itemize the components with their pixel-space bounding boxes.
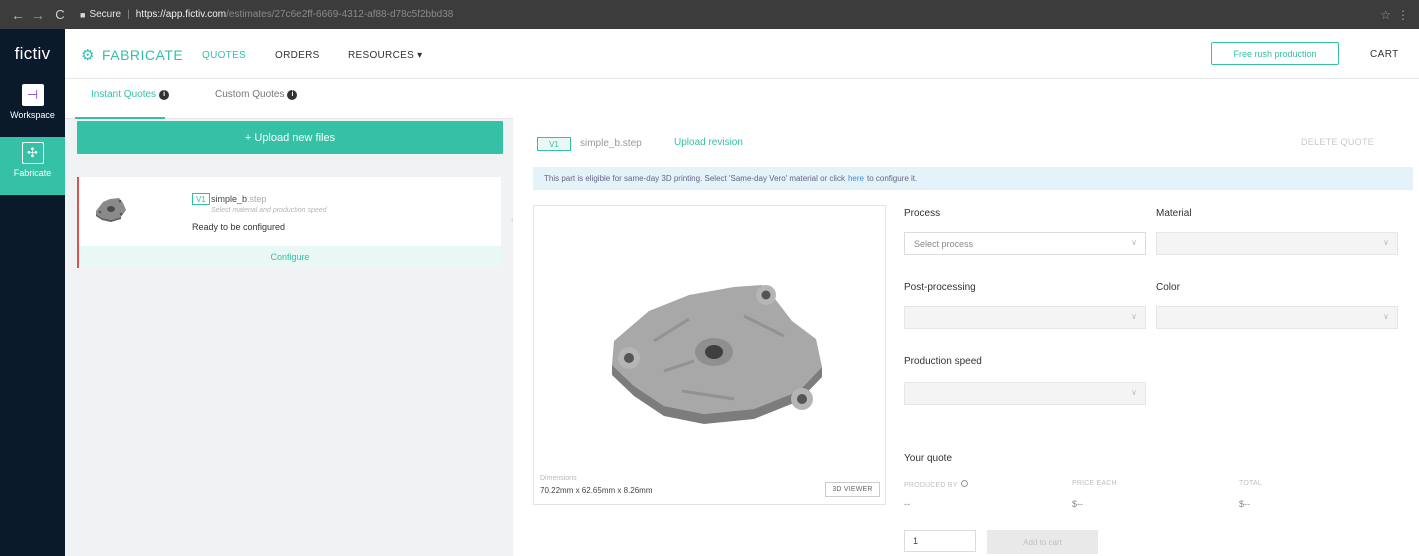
produced-by-label: PRODUCED BY	[904, 480, 968, 489]
fabricate-logo-text: FABRICATE	[101, 47, 184, 63]
app-sidebar: fictiv ⊣ Workspace ✣ Fabricate	[0, 29, 65, 556]
quantity-input[interactable]: 1	[904, 530, 976, 552]
nav-quotes[interactable]: QUOTES	[202, 50, 246, 61]
chevron-down-icon: ∨	[1383, 312, 1389, 321]
file-status: Ready to be configured	[192, 222, 286, 232]
top-navigation: ⚙ FABRICATE QUOTES ORDERS RESOURCES ▾ Fr…	[65, 29, 1419, 79]
same-day-notice: This part is eligible for same-day 3D pr…	[533, 167, 1413, 190]
file-hint: Select material and production speed	[211, 207, 327, 214]
chevron-down-icon: ∨	[1383, 238, 1389, 247]
price-each-label: PRICE EACH	[1072, 480, 1117, 487]
part-render	[612, 285, 822, 424]
quote-detail: V1 simple_b.step Upload revision DELETE …	[513, 79, 1419, 556]
quote-file-name: simple_b.step	[580, 138, 642, 149]
notice-here-link[interactable]: here	[848, 174, 864, 183]
fabricate-gear-icon: ⚙	[81, 47, 95, 64]
version-selector[interactable]: V1	[537, 137, 571, 151]
tab-instant-quotes[interactable]: Instant Quotes i	[91, 89, 170, 100]
tab-label: Custom Quotes	[215, 89, 285, 100]
file-extension: .step	[247, 194, 267, 204]
notice-text: This part is eligible for same-day 3D pr…	[544, 174, 845, 183]
process-placeholder: Select process	[914, 239, 974, 249]
notice-text-end: to configure it.	[866, 174, 918, 183]
add-to-cart-button[interactable]: Add to cart	[987, 530, 1098, 554]
price-each-value: $--	[1072, 499, 1083, 509]
file-card[interactable]: V1 simple_b.step Select material and pro…	[77, 177, 501, 268]
address-separator: |	[127, 9, 130, 20]
color-select[interactable]: ∨	[1156, 306, 1398, 329]
sidebar-item-label: Fabricate	[13, 168, 52, 178]
produced-by-value: --	[904, 499, 910, 509]
tab-custom-quotes[interactable]: Custom Quotes i	[215, 89, 298, 100]
part-thumbnail	[96, 198, 126, 222]
sidebar-item-fabricate[interactable]: ✣ Fabricate	[0, 137, 65, 195]
secure-label: Secure	[89, 9, 122, 20]
process-label: Process	[904, 208, 941, 219]
forward-arrow-icon[interactable]: →	[28, 7, 48, 23]
workspace-icon: ⊣	[21, 84, 44, 106]
nav-orders[interactable]: ORDERS	[275, 50, 320, 61]
file-base-name: simple_b	[211, 194, 248, 204]
material-select[interactable]: ∨	[1156, 232, 1398, 255]
lock-icon: ■	[80, 9, 86, 20]
total-value: $--	[1239, 499, 1250, 509]
material-label: Material	[1156, 208, 1192, 219]
part-viewer[interactable]: Dimensions 70.22mm x 62.65mm x 8.26mm 3D…	[533, 205, 886, 505]
version-badge: V1	[192, 193, 210, 205]
file-name[interactable]: simple_b.step	[211, 194, 267, 204]
reload-icon[interactable]: C	[50, 7, 70, 22]
3d-viewer-button[interactable]: 3D VIEWER	[825, 482, 880, 497]
quote-type-tabs: Instant Quotes i Custom Quotes i	[65, 79, 513, 119]
url-path: /estimates/27c6e2ff-6669-4312-af88-d78c5…	[226, 9, 454, 20]
configure-button[interactable]: Configure	[79, 246, 501, 268]
brand-logo[interactable]: fictiv	[0, 29, 65, 79]
browser-toolbar: ← → C ■ Secure | https://app.fictiv.com …	[0, 0, 1419, 29]
upload-new-files-button[interactable]: + Upload new files	[77, 121, 503, 154]
back-arrow-icon[interactable]: ←	[8, 7, 28, 23]
tab-label: Instant Quotes	[91, 89, 157, 100]
fabricate-logo[interactable]: ⚙ FABRICATE	[81, 46, 183, 64]
fabricate-icon: ✣	[21, 142, 44, 164]
info-icon[interactable]	[960, 480, 968, 487]
quotes-list-panel: Instant Quotes i Custom Quotes i + Uploa…	[65, 79, 513, 556]
your-quote-title: Your quote	[904, 453, 953, 464]
info-icon[interactable]: i	[159, 89, 170, 100]
dimensions-label: Dimensions	[540, 475, 577, 482]
info-icon[interactable]: i	[287, 89, 298, 100]
sidebar-item-workspace[interactable]: ⊣ Workspace	[0, 79, 65, 137]
chevron-down-icon: ∨	[1131, 238, 1137, 247]
url-host: https://app.fictiv.com	[135, 9, 227, 20]
delete-quote-button[interactable]: DELETE QUOTE	[1301, 137, 1374, 147]
free-rush-production-button[interactable]: Free rush production	[1211, 42, 1339, 65]
total-label: TOTAL	[1239, 480, 1262, 487]
production-speed-label: Production speed	[904, 356, 982, 367]
browser-menu-icon[interactable]: ⋮	[1397, 8, 1409, 22]
produced-by-text: PRODUCED BY	[904, 482, 958, 489]
cart-link[interactable]: CART	[1370, 49, 1399, 60]
post-processing-label: Post-processing	[904, 282, 976, 293]
chevron-down-icon: ∨	[1131, 312, 1137, 321]
chevron-down-icon: ∨	[1131, 388, 1137, 397]
address-bar[interactable]: ■ Secure | https://app.fictiv.com /estim…	[80, 5, 453, 25]
upload-revision-link[interactable]: Upload revision	[674, 137, 743, 148]
dimensions-value: 70.22mm x 62.65mm x 8.26mm	[540, 486, 653, 495]
nav-resources[interactable]: RESOURCES ▾	[348, 50, 422, 61]
post-processing-select[interactable]: ∨	[904, 306, 1146, 329]
production-speed-select[interactable]: ∨	[904, 382, 1146, 405]
process-select[interactable]: Select process ∨	[904, 232, 1146, 255]
color-label: Color	[1156, 282, 1180, 293]
sidebar-item-label: Workspace	[10, 110, 55, 120]
bookmark-star-icon[interactable]: ☆	[1380, 8, 1391, 22]
active-tab-indicator	[75, 117, 165, 119]
